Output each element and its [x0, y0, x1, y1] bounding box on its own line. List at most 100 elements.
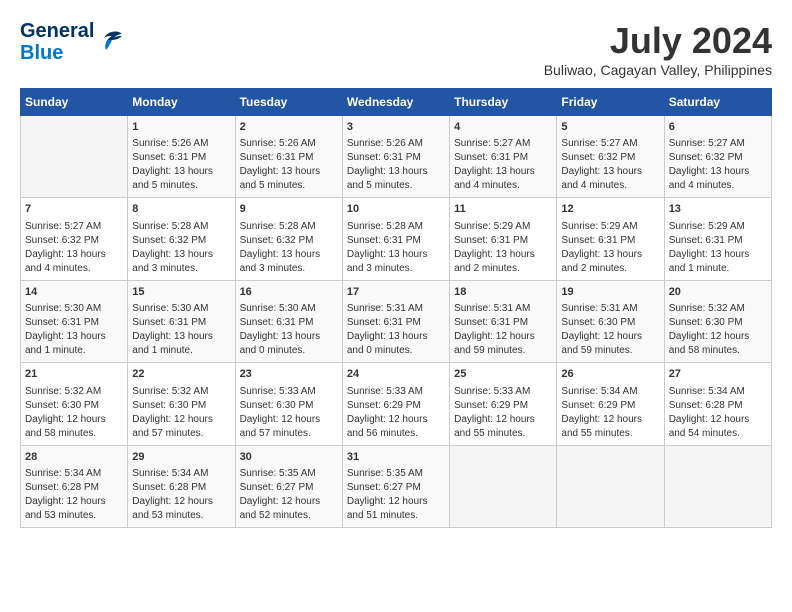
- day-info: and 2 minutes.: [454, 262, 552, 276]
- day-number: 10: [347, 202, 445, 217]
- day-info: Daylight: 13 hours: [561, 165, 659, 179]
- weekday-header-tuesday: Tuesday: [235, 89, 342, 116]
- calendar-cell: [450, 445, 557, 527]
- calendar-cell: 15Sunrise: 5:30 AMSunset: 6:31 PMDayligh…: [128, 280, 235, 362]
- day-info: Sunrise: 5:26 AM: [347, 137, 445, 151]
- day-number: 12: [561, 202, 659, 217]
- day-info: Daylight: 13 hours: [347, 248, 445, 262]
- day-number: 15: [132, 285, 230, 300]
- weekday-header-row: SundayMondayTuesdayWednesdayThursdayFrid…: [21, 89, 772, 116]
- calendar-cell: 17Sunrise: 5:31 AMSunset: 6:31 PMDayligh…: [342, 280, 449, 362]
- calendar-week-4: 21Sunrise: 5:32 AMSunset: 6:30 PMDayligh…: [21, 363, 772, 445]
- day-info: Sunrise: 5:30 AM: [240, 302, 338, 316]
- day-info: Sunrise: 5:33 AM: [240, 385, 338, 399]
- day-number: 31: [347, 450, 445, 465]
- day-info: Daylight: 12 hours: [561, 413, 659, 427]
- calendar-cell: [664, 445, 771, 527]
- day-info: Sunrise: 5:29 AM: [561, 220, 659, 234]
- day-info: and 1 minute.: [132, 344, 230, 358]
- day-info: and 3 minutes.: [240, 262, 338, 276]
- month-title: July 2024: [544, 20, 772, 62]
- day-info: and 55 minutes.: [561, 427, 659, 441]
- calendar-week-1: 1Sunrise: 5:26 AMSunset: 6:31 PMDaylight…: [21, 116, 772, 198]
- calendar-cell: 29Sunrise: 5:34 AMSunset: 6:28 PMDayligh…: [128, 445, 235, 527]
- day-info: Sunrise: 5:27 AM: [669, 137, 767, 151]
- day-info: Sunrise: 5:34 AM: [561, 385, 659, 399]
- day-number: 2: [240, 120, 338, 135]
- logo-line1: General: [20, 20, 94, 42]
- day-info: and 2 minutes.: [561, 262, 659, 276]
- day-info: Sunset: 6:31 PM: [240, 151, 338, 165]
- calendar-cell: [557, 445, 664, 527]
- day-info: Sunset: 6:31 PM: [669, 234, 767, 248]
- day-info: Sunset: 6:31 PM: [132, 151, 230, 165]
- day-info: Sunset: 6:29 PM: [454, 399, 552, 413]
- day-info: and 59 minutes.: [561, 344, 659, 358]
- day-info: Sunrise: 5:27 AM: [454, 137, 552, 151]
- day-info: Sunset: 6:30 PM: [561, 316, 659, 330]
- day-info: and 5 minutes.: [240, 179, 338, 193]
- day-number: 24: [347, 367, 445, 382]
- day-number: 8: [132, 202, 230, 217]
- day-info: Sunset: 6:30 PM: [240, 399, 338, 413]
- day-info: Daylight: 12 hours: [454, 330, 552, 344]
- day-info: and 58 minutes.: [669, 344, 767, 358]
- calendar-cell: 22Sunrise: 5:32 AMSunset: 6:30 PMDayligh…: [128, 363, 235, 445]
- day-number: 9: [240, 202, 338, 217]
- day-info: and 57 minutes.: [240, 427, 338, 441]
- weekday-header-monday: Monday: [128, 89, 235, 116]
- day-info: Sunrise: 5:31 AM: [454, 302, 552, 316]
- day-number: 7: [25, 202, 123, 217]
- day-info: Sunset: 6:32 PM: [561, 151, 659, 165]
- day-info: Daylight: 12 hours: [240, 495, 338, 509]
- calendar-cell: 18Sunrise: 5:31 AMSunset: 6:31 PMDayligh…: [450, 280, 557, 362]
- day-info: Sunrise: 5:32 AM: [25, 385, 123, 399]
- day-number: 25: [454, 367, 552, 382]
- weekday-header-friday: Friday: [557, 89, 664, 116]
- day-number: 5: [561, 120, 659, 135]
- day-info: Sunrise: 5:30 AM: [132, 302, 230, 316]
- day-info: and 53 minutes.: [25, 509, 123, 523]
- calendar-cell: 31Sunrise: 5:35 AMSunset: 6:27 PMDayligh…: [342, 445, 449, 527]
- day-info: Daylight: 13 hours: [240, 248, 338, 262]
- day-info: Sunset: 6:31 PM: [347, 151, 445, 165]
- day-info: Sunset: 6:31 PM: [25, 316, 123, 330]
- weekday-header-thursday: Thursday: [450, 89, 557, 116]
- logo-bird-icon: [98, 26, 126, 59]
- calendar-cell: 12Sunrise: 5:29 AMSunset: 6:31 PMDayligh…: [557, 198, 664, 280]
- day-info: Sunset: 6:31 PM: [454, 316, 552, 330]
- day-info: and 57 minutes.: [132, 427, 230, 441]
- day-info: and 4 minutes.: [561, 179, 659, 193]
- day-info: Sunset: 6:30 PM: [132, 399, 230, 413]
- calendar-header: SundayMondayTuesdayWednesdayThursdayFrid…: [21, 89, 772, 116]
- day-info: Daylight: 12 hours: [454, 413, 552, 427]
- day-info: Daylight: 12 hours: [347, 413, 445, 427]
- calendar-cell: 10Sunrise: 5:28 AMSunset: 6:31 PMDayligh…: [342, 198, 449, 280]
- day-info: Sunrise: 5:34 AM: [132, 467, 230, 481]
- day-info: Sunrise: 5:31 AM: [347, 302, 445, 316]
- day-info: Sunset: 6:31 PM: [347, 316, 445, 330]
- day-info: Sunset: 6:29 PM: [347, 399, 445, 413]
- day-number: 30: [240, 450, 338, 465]
- day-info: and 4 minutes.: [669, 179, 767, 193]
- day-info: Sunset: 6:27 PM: [240, 481, 338, 495]
- calendar-cell: 6Sunrise: 5:27 AMSunset: 6:32 PMDaylight…: [664, 116, 771, 198]
- day-info: and 1 minute.: [669, 262, 767, 276]
- calendar-cell: 1Sunrise: 5:26 AMSunset: 6:31 PMDaylight…: [128, 116, 235, 198]
- day-info: Daylight: 12 hours: [25, 495, 123, 509]
- calendar-cell: 4Sunrise: 5:27 AMSunset: 6:31 PMDaylight…: [450, 116, 557, 198]
- calendar-cell: 3Sunrise: 5:26 AMSunset: 6:31 PMDaylight…: [342, 116, 449, 198]
- day-number: 19: [561, 285, 659, 300]
- day-info: and 51 minutes.: [347, 509, 445, 523]
- calendar-cell: [21, 116, 128, 198]
- day-info: Daylight: 12 hours: [669, 330, 767, 344]
- day-info: and 3 minutes.: [347, 262, 445, 276]
- day-info: and 5 minutes.: [347, 179, 445, 193]
- calendar-cell: 14Sunrise: 5:30 AMSunset: 6:31 PMDayligh…: [21, 280, 128, 362]
- calendar-cell: 13Sunrise: 5:29 AMSunset: 6:31 PMDayligh…: [664, 198, 771, 280]
- calendar-body: 1Sunrise: 5:26 AMSunset: 6:31 PMDaylight…: [21, 116, 772, 528]
- day-info: Sunset: 6:28 PM: [25, 481, 123, 495]
- calendar-week-3: 14Sunrise: 5:30 AMSunset: 6:31 PMDayligh…: [21, 280, 772, 362]
- day-info: and 4 minutes.: [454, 179, 552, 193]
- day-info: Daylight: 13 hours: [240, 165, 338, 179]
